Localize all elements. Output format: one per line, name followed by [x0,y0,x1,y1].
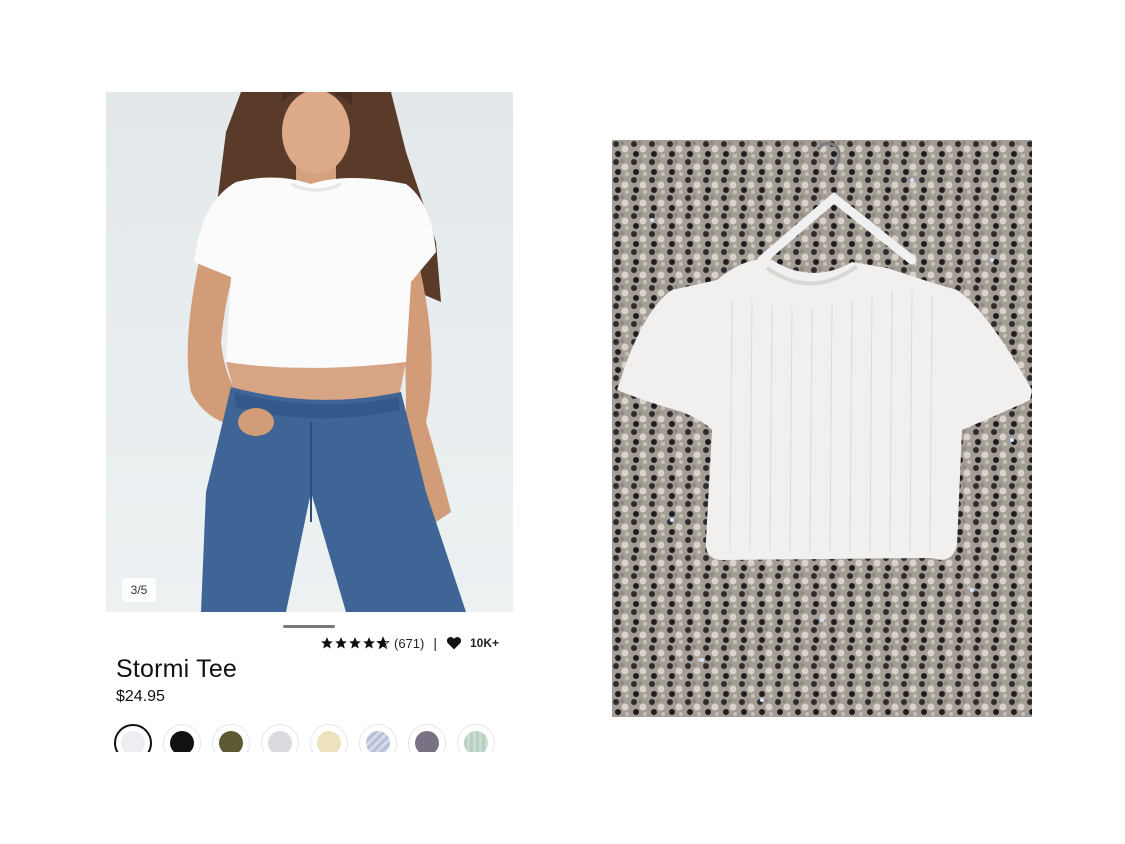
model-illustration [187,92,466,612]
heart-icon[interactable] [446,636,462,650]
star-icon [349,637,361,649]
swatch-grey[interactable] [261,724,299,752]
rating-row[interactable]: (671) | 10K+ [320,633,499,653]
star-icon [363,637,375,649]
swatch-cream[interactable] [310,724,348,752]
swatch-olive[interactable] [212,724,250,752]
rating-separator: | [433,635,437,651]
color-swatches [114,724,504,752]
half-star-icon [376,636,390,650]
rating-count: (671) [394,635,425,651]
tee-on-carpet-photo [612,140,1032,717]
swatch-white[interactable] [114,724,152,752]
photo-counter: 3/5 [122,578,156,602]
swatch-blue-stripe[interactable] [359,724,397,752]
swatch-black[interactable] [163,724,201,752]
swatch-purple[interactable] [408,724,446,752]
star-icon [321,637,333,649]
star-icon [335,637,347,649]
swatch-mint[interactable] [457,724,495,752]
product-title: Stormi Tee [116,655,238,683]
rating-stars [320,636,390,650]
gallery-scroll-indicator [283,625,335,628]
carpet-illustration [612,140,1032,717]
product-model-photo[interactable]: 3/5 [106,92,513,612]
likes-count: 10K+ [470,636,500,650]
product-price: $24.95 [116,688,165,705]
